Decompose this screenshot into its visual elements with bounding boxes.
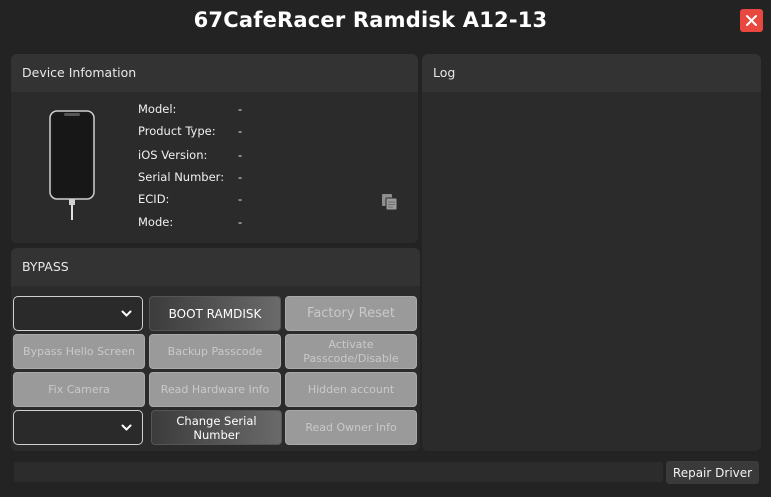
read-owner-info-button[interactable]: Read Owner Info: [285, 410, 417, 445]
device-info-header: Device Infomation: [11, 54, 418, 92]
field-label: Serial Number:: [138, 170, 225, 184]
bypass-hello-screen-button[interactable]: Bypass Hello Screen: [13, 334, 145, 369]
field-ecid: ECID: -: [138, 192, 338, 208]
read-hardware-info-button[interactable]: Read Hardware Info: [149, 372, 281, 407]
field-value: -: [238, 215, 243, 229]
field-label: Model:: [138, 102, 177, 116]
log-panel: Log: [422, 54, 761, 451]
copy-icon[interactable]: [381, 193, 398, 211]
secondary-select[interactable]: [13, 410, 143, 445]
field-label: Product Type:: [138, 124, 216, 138]
factory-reset-button[interactable]: Factory Reset: [285, 296, 417, 331]
close-button[interactable]: [740, 9, 763, 32]
device-info-panel: Device Infomation Model: - Product Type:…: [11, 54, 418, 243]
log-header: Log: [422, 54, 761, 92]
boot-ramdisk-label: BOOT RAMDISK: [168, 306, 262, 321]
field-mode: Mode: -: [138, 215, 338, 231]
field-ios-version: iOS Version: -: [138, 148, 338, 164]
field-value: -: [238, 124, 243, 138]
chevron-down-icon: [121, 424, 132, 431]
boot-ramdisk-button[interactable]: BOOT RAMDISK: [149, 296, 281, 331]
log-output[interactable]: [422, 92, 761, 451]
factory-reset-label: Factory Reset: [307, 305, 395, 321]
backup-passcode-label: Backup Passcode: [167, 344, 263, 358]
change-serial-label-line2: Number: [193, 427, 240, 442]
field-label: Mode:: [138, 215, 174, 229]
field-value: -: [238, 170, 243, 184]
fix-camera-label: Fix Camera: [48, 382, 110, 396]
backup-passcode-button[interactable]: Backup Passcode: [149, 334, 281, 369]
activate-passcode-label-line2: Passcode/Disable: [303, 351, 399, 365]
field-serial-number: Serial Number: -: [138, 170, 338, 186]
change-serial-label-line1: Change Serial: [176, 413, 257, 428]
change-serial-number-button[interactable]: Change Serial Number: [151, 410, 282, 445]
chevron-down-icon: [121, 310, 132, 317]
field-label: ECID:: [138, 192, 170, 206]
activate-passcode-label-line1: Activate: [328, 337, 374, 351]
title-bar: 67CafeRacer Ramdisk A12-13: [0, 0, 771, 48]
window-title: 67CafeRacer Ramdisk A12-13: [193, 8, 548, 32]
field-value: -: [238, 102, 243, 116]
bypass-hello-label: Bypass Hello Screen: [23, 344, 135, 358]
field-value: -: [238, 148, 243, 162]
read-owner-label: Read Owner Info: [305, 420, 397, 434]
hidden-account-label: Hidden account: [307, 382, 395, 396]
close-icon: [746, 15, 757, 26]
bypass-header: BYPASS: [11, 248, 420, 286]
fix-camera-button[interactable]: Fix Camera: [13, 372, 145, 407]
field-label: iOS Version:: [138, 148, 208, 162]
hidden-account-button[interactable]: Hidden account: [285, 372, 417, 407]
field-value: -: [238, 192, 243, 206]
iphone-icon: [49, 110, 95, 220]
field-product-type: Product Type: -: [138, 124, 338, 140]
repair-driver-button[interactable]: Repair Driver: [666, 461, 759, 484]
progress-bar: [14, 462, 663, 482]
field-model: Model: -: [138, 102, 338, 118]
repair-driver-label: Repair Driver: [672, 465, 753, 480]
mode-select[interactable]: [13, 296, 143, 331]
read-hardware-label: Read Hardware Info: [160, 382, 270, 396]
activate-passcode-button[interactable]: Activate Passcode/Disable: [285, 334, 417, 369]
